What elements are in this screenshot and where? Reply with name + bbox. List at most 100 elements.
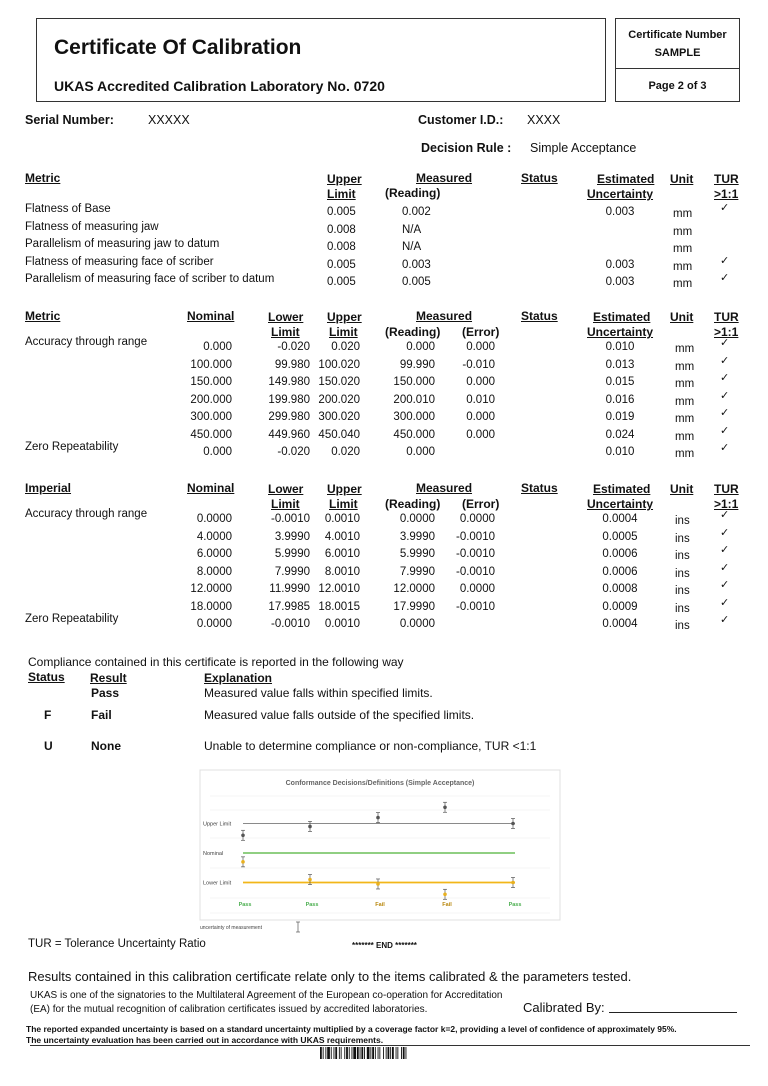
barcode-bar — [330, 1047, 332, 1059]
tur-check-icon: ✓ — [720, 354, 730, 367]
upper-limit: 18.0015 — [318, 600, 360, 613]
tur-check-icon: ✓ — [720, 372, 730, 384]
tur-check-icon: ✓ — [720, 526, 730, 539]
col-header-estimated: Estimated — [593, 310, 651, 324]
data-point — [376, 815, 380, 820]
nominal-label: Nominal — [203, 851, 223, 857]
barcode-bar — [325, 1047, 327, 1059]
lower-limit: -0.0010 — [270, 513, 310, 525]
unit: mm — [675, 430, 695, 443]
barcode-bar — [364, 1047, 365, 1059]
barcode-bar — [361, 1047, 364, 1059]
estimated-uncertainty: 0.003 — [605, 206, 635, 218]
barcode-bar — [390, 1047, 392, 1059]
barcode-bar — [346, 1047, 348, 1059]
unit: ins — [675, 550, 690, 562]
upper-limit: 12.0010 — [318, 583, 360, 595]
col-header-tur: TUR — [714, 172, 739, 186]
barcode-bar — [322, 1047, 324, 1059]
data-point — [443, 805, 447, 810]
upper-limit: 100.020 — [318, 358, 360, 371]
upper-limit: 0.020 — [331, 446, 360, 458]
footer-rule — [30, 1045, 750, 1046]
metric-name: Flatness of measuring jaw — [25, 220, 159, 233]
barcode-bar — [395, 1047, 397, 1059]
decision-label-fail: Fail — [442, 902, 452, 908]
upper-limit: 450.040 — [318, 428, 360, 441]
barcode-bar — [327, 1047, 330, 1059]
barcode-bar — [372, 1047, 374, 1059]
compliance-result: Pass — [91, 686, 120, 700]
measured-reading: 0.000 — [406, 341, 435, 353]
barcode-bar — [377, 1047, 379, 1059]
unit: mm — [675, 343, 695, 355]
barcode-bar — [405, 1047, 407, 1059]
upper-limit: 150.020 — [318, 376, 360, 388]
decision-label-fail: Fail — [375, 902, 385, 908]
estimated-uncertainty: 0.015 — [605, 376, 635, 388]
measured-error: 0.000 — [466, 411, 495, 423]
measured-reading: 3.9990 — [399, 530, 435, 543]
lower-limit: -0.0010 — [270, 618, 310, 630]
barcode-bar — [374, 1047, 376, 1059]
col-header-status: Status — [521, 481, 558, 495]
unit: mm — [673, 208, 693, 220]
upper-limit: 0.020 — [331, 341, 360, 353]
certificate-title: Certificate Of Calibration — [54, 36, 302, 59]
col-header-uncertainty: Uncertainty — [587, 325, 654, 339]
upper-limit: 8.0010 — [324, 565, 360, 578]
unit: ins — [675, 567, 690, 580]
col-header-upper-limit: Limit — [327, 187, 356, 201]
decision-rule-value: Simple Acceptance — [530, 141, 637, 155]
tur-check-icon: ✓ — [720, 509, 730, 521]
decision-label-pass: Pass — [509, 902, 522, 908]
col-header-status: Status — [521, 309, 558, 323]
compliance-header-result: Result — [90, 671, 127, 685]
barcode-bar — [359, 1047, 361, 1059]
col-header-metric: Metric — [25, 171, 61, 185]
lower-limit: 7.9990 — [274, 565, 310, 578]
tur-check-icon: ✓ — [720, 442, 730, 454]
col-header-lower: Lower — [268, 482, 304, 496]
col-header-reading: (Reading) — [385, 186, 441, 200]
upper-limit: 0.005 — [327, 258, 356, 271]
measured-error: -0.0010 — [455, 600, 495, 613]
measured-reading: 150.000 — [393, 376, 435, 388]
chart-frame — [199, 769, 561, 921]
measured-error: 0.000 — [466, 376, 495, 388]
measured-error: -0.0010 — [455, 530, 495, 543]
col-header-nominal: Nominal — [187, 481, 235, 495]
estimated-uncertainty: 0.016 — [605, 393, 635, 406]
col-header-estimated: Estimated — [593, 482, 651, 496]
signature-line[interactable] — [609, 1012, 737, 1013]
col-header-upper-limit: Limit — [329, 325, 358, 339]
upper-limit: 0.0010 — [324, 513, 360, 525]
estimated-uncertainty: 0.0004 — [602, 513, 638, 525]
estimated-uncertainty: 0.013 — [605, 358, 635, 371]
tur-check-icon: ✓ — [720, 202, 730, 214]
tur-definition: TUR = Tolerance Uncertainty Ratio — [28, 938, 206, 950]
measured-reading: N/A — [402, 223, 422, 236]
col-header-uncertainty: Uncertainty — [587, 187, 654, 201]
decision-label-pass: Pass — [239, 902, 252, 908]
measured-reading: 0.000 — [406, 446, 435, 458]
lower-limit: 149.980 — [268, 376, 310, 388]
estimated-uncertainty: 0.0005 — [602, 530, 638, 543]
nominal-value: 0.000 — [203, 446, 232, 458]
measured-reading: 0.0000 — [399, 618, 435, 630]
metric-name: Flatness of Base — [25, 203, 111, 215]
compliance-explanation: Measured value falls within specified li… — [204, 686, 433, 700]
estimated-uncertainty: 0.0004 — [602, 618, 638, 630]
legend-label: uncertainty of measurement — [200, 925, 263, 931]
unit: ins — [675, 532, 690, 545]
lower-limit: 3.9990 — [274, 530, 310, 543]
barcode-bar — [402, 1047, 405, 1059]
uncertainty-note-line2: The uncertainty evaluation has been carr… — [26, 1035, 384, 1045]
barcode-bar — [348, 1047, 350, 1059]
serial-number-value: XXXXX — [148, 113, 190, 127]
compliance-result: None — [91, 739, 121, 753]
tur-check-icon: ✓ — [720, 614, 730, 626]
barcode-bar — [333, 1047, 335, 1059]
compliance-explanation: Measured value falls outside of the spec… — [204, 708, 475, 722]
col-header-unit: Unit — [670, 310, 694, 324]
